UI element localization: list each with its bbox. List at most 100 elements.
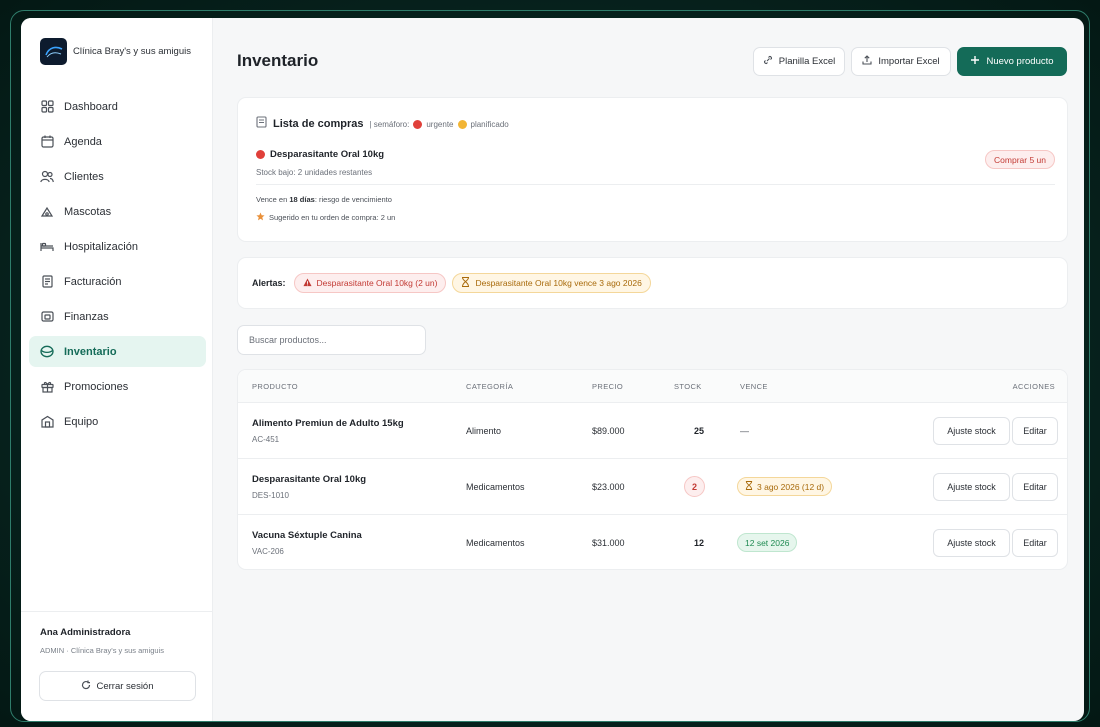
paw-icon xyxy=(40,205,54,219)
adjust-stock-button[interactable]: Ajuste stock xyxy=(933,417,1010,445)
edit-button[interactable]: Editar xyxy=(1012,473,1058,501)
brand[interactable]: Clínica Bray's y sus amiguis xyxy=(40,38,191,65)
alerts-label: Alertas: xyxy=(252,278,286,288)
box-icon xyxy=(40,345,54,359)
import-excel-label: Importar Excel xyxy=(878,56,940,67)
sidebar-item-facturacion[interactable]: Facturación xyxy=(29,266,206,297)
plus-icon xyxy=(970,55,980,68)
expiry-note: Vence en 18 días: riesgo de vencimiento xyxy=(256,195,392,204)
traffic-light-legend: | semáforo: urgente planificado xyxy=(369,119,509,129)
adjust-stock-button[interactable]: Ajuste stock xyxy=(933,529,1010,557)
sidebar-item-clientes[interactable]: Clientes xyxy=(29,161,206,192)
upload-icon xyxy=(862,55,872,68)
alert-stock-badge[interactable]: Desparasitante Oral 10kg (2 un) xyxy=(293,273,447,293)
logout-label: Cerrar sesión xyxy=(96,680,154,692)
sidebar-item-equipo[interactable]: Equipo xyxy=(29,406,206,437)
sidebar-item-label: Equipo xyxy=(64,415,99,428)
template-excel-label: Planilla Excel xyxy=(778,56,836,67)
sidebar-item-label: Inventario xyxy=(64,345,117,358)
team-icon xyxy=(40,415,54,429)
template-excel-button[interactable]: Planilla Excel xyxy=(753,47,845,76)
table-header: PRODUCTO CATEGORÍA PRECIO STOCK VENCE AC… xyxy=(238,370,1067,403)
edit-button[interactable]: Editar xyxy=(1012,417,1058,445)
shopping-item-detail: Stock bajo: 2 unidades restantes xyxy=(256,168,373,177)
sidebar-item-finanzas[interactable]: Finanzas xyxy=(29,301,206,332)
sidebar-item-inventario[interactable]: Inventario xyxy=(29,336,206,367)
product-name: Alimento Premiun de Adulto 15kg xyxy=(252,418,404,429)
clinic-logo xyxy=(40,38,67,65)
products-table: PRODUCTO CATEGORÍA PRECIO STOCK VENCE AC… xyxy=(237,369,1068,570)
sidebar-item-label: Promociones xyxy=(64,380,129,393)
gift-icon xyxy=(40,380,54,394)
column-header-expiry[interactable]: VENCE xyxy=(740,382,768,391)
column-header-category[interactable]: CATEGORÍA xyxy=(466,382,513,391)
product-code: VAC-206 xyxy=(252,547,284,556)
hourglass-icon xyxy=(461,277,470,289)
sidebar-item-promociones[interactable]: Promociones xyxy=(29,371,206,402)
shopping-item-name: Desparasitante Oral 10kg xyxy=(270,149,385,160)
urgent-dot-icon xyxy=(256,150,265,159)
table-row[interactable]: Alimento Premiun de Adulto 15kg AC-451 A… xyxy=(238,403,1067,459)
logout-button[interactable]: Cerrar sesión xyxy=(39,671,196,701)
legend-planned: planificado xyxy=(470,119,509,129)
legend-urgent: urgente xyxy=(426,119,454,129)
alert-expiry-badge[interactable]: Desparasitante Oral 10kg vence 3 ago 202… xyxy=(452,273,651,293)
product-expiry: — xyxy=(740,426,749,436)
column-header-product[interactable]: PRODUCTO xyxy=(252,382,298,391)
edit-button[interactable]: Editar xyxy=(1012,529,1058,557)
shopping-item: Desparasitante Oral 10kg xyxy=(256,149,384,160)
suggestion-note: Sugerido en tu orden de compra: 2 un xyxy=(256,212,395,223)
product-stock: 25 xyxy=(693,426,704,436)
sidebar-item-mascotas[interactable]: Mascotas xyxy=(29,196,206,227)
grid-icon xyxy=(40,100,54,114)
link-icon xyxy=(763,55,773,68)
product-code: DES-1010 xyxy=(252,491,289,500)
table-row[interactable]: Vacuna Séxtuple Canina VAC-206 Medicamen… xyxy=(238,515,1067,569)
sidebar-item-agenda[interactable]: Agenda xyxy=(29,126,206,157)
divider xyxy=(256,184,1055,185)
sidebar-item-label: Finanzas xyxy=(64,310,109,323)
star-icon xyxy=(256,212,265,223)
column-header-stock[interactable]: STOCK xyxy=(674,382,702,391)
calendar-icon xyxy=(40,135,54,149)
product-name: Vacuna Séxtuple Canina xyxy=(252,530,362,541)
expiry-warning-badge: 3 ago 2026 (12 d) xyxy=(737,477,833,496)
import-excel-button[interactable]: Importar Excel xyxy=(851,47,951,76)
product-price: $31.000 xyxy=(592,538,625,548)
hourglass-icon xyxy=(745,481,753,492)
receipt-icon xyxy=(40,275,54,289)
search-input[interactable] xyxy=(237,325,426,355)
refresh-icon xyxy=(81,680,91,693)
urgent-dot-icon xyxy=(413,119,423,129)
table-row[interactable]: Desparasitante Oral 10kg DES-1010 Medica… xyxy=(238,459,1067,515)
users-icon xyxy=(40,170,54,184)
sidebar-item-hospitalizacion[interactable]: Hospitalización xyxy=(29,231,206,262)
sidebar-item-label: Clientes xyxy=(64,170,104,183)
legend-prefix: | semáforo: xyxy=(369,119,410,129)
product-category: Medicamentos xyxy=(466,482,525,492)
sidebar-item-label: Facturación xyxy=(64,275,122,288)
clinic-name: Clínica Bray's y sus amiguis xyxy=(73,46,191,57)
buy-button[interactable]: Comprar 5 un xyxy=(985,150,1055,169)
user-role: ADMIN · Clínica Bray's y sus amiguis xyxy=(40,646,164,655)
new-product-label: Nuevo producto xyxy=(986,56,1054,67)
adjust-stock-button[interactable]: Ajuste stock xyxy=(933,473,1010,501)
product-code: AC-451 xyxy=(252,435,280,444)
page-title: Inventario xyxy=(237,51,319,70)
main-content: Inventario Planilla Excel Importar Excel… xyxy=(213,18,1084,721)
new-product-button[interactable]: Nuevo producto xyxy=(957,47,1067,76)
sidebar: Clínica Bray's y sus amiguis Dashboard A… xyxy=(21,18,213,721)
shopping-list-card: Lista de compras | semáforo: urgente pla… xyxy=(237,97,1068,242)
column-header-price[interactable]: PRECIO xyxy=(592,382,623,391)
column-header-actions: ACCIONES xyxy=(1012,382,1055,391)
bed-icon xyxy=(40,240,54,254)
sidebar-item-dashboard[interactable]: Dashboard xyxy=(29,91,206,122)
sidebar-item-label: Dashboard xyxy=(64,100,118,113)
product-category: Medicamentos xyxy=(466,538,525,548)
sidebar-item-label: Mascotas xyxy=(64,205,112,218)
user-panel: Ana Administradora ADMIN · Clínica Bray'… xyxy=(21,611,212,721)
sidebar-item-label: Agenda xyxy=(64,135,102,148)
shopping-list-title: Lista de compras xyxy=(273,118,364,130)
expiry-ok-badge: 12 set 2026 xyxy=(737,533,798,552)
shopping-list-header: Lista de compras | semáforo: urgente pla… xyxy=(256,115,509,133)
